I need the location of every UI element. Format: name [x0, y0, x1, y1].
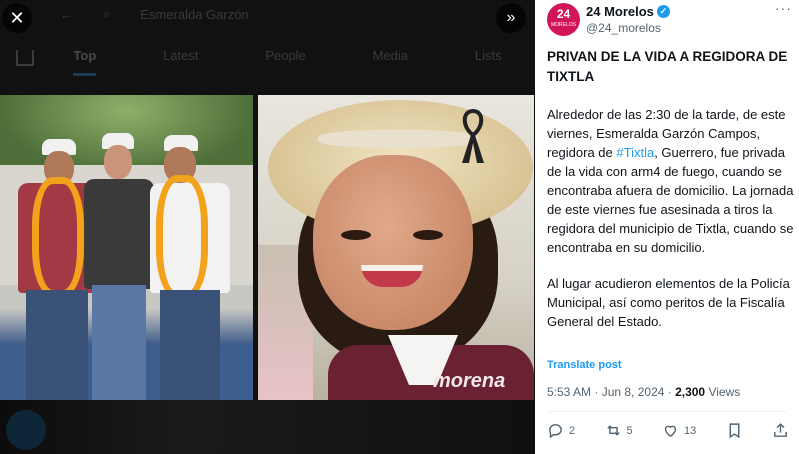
media-area: ← ⌕ Esmeralda Garzón Top Latest People M… — [0, 0, 535, 454]
more-options-icon[interactable]: ··· — [775, 0, 792, 16]
post-body: Alrededor de las 2:30 de la tarde, de es… — [547, 105, 795, 331]
bookmark-button[interactable] — [726, 422, 743, 439]
repost-icon — [606, 425, 620, 436]
avatar-number: 24 — [556, 6, 571, 21]
background-strip — [0, 400, 535, 454]
vest-logo: morena — [433, 370, 506, 392]
hashtag-link[interactable]: #Tixtla — [616, 145, 654, 160]
tab-people: People — [265, 48, 306, 63]
expand-button[interactable]: » — [496, 3, 526, 33]
close-button[interactable]: ✕ — [2, 3, 32, 33]
para1-text-b: , Guerrero, fue privada de la vida con a… — [547, 145, 794, 255]
repost-count: 5 — [626, 424, 633, 437]
search-icon: ⌕ — [103, 6, 111, 21]
photo-group[interactable] — [0, 95, 253, 400]
share-button[interactable] — [772, 422, 789, 439]
reply-icon — [549, 424, 562, 439]
post-meta: 5:53 AM · Jun 8, 2024 · 2,300 Views — [547, 385, 740, 399]
reply-button[interactable]: 2 — [547, 422, 575, 439]
compose-fab-icon — [6, 410, 46, 450]
avatar-subtext: MORELOS — [550, 21, 576, 28]
views-count: 2,300 — [675, 385, 706, 399]
bookmark-icon — [729, 423, 740, 439]
background-search-text: Esmeralda Garzón — [140, 6, 249, 22]
verified-badge-icon: ✓ — [656, 5, 670, 18]
tab-lists: Lists — [474, 48, 502, 63]
translate-post-link[interactable]: Translate post — [547, 359, 622, 371]
background-tabs: Top Latest People Media Lists — [0, 48, 535, 76]
divider — [547, 411, 787, 412]
repost-button[interactable]: 5 — [605, 422, 633, 439]
avatar[interactable]: 24 MORELOS — [547, 3, 580, 36]
post-actions: 2 5 13 — [547, 422, 789, 439]
share-icon — [774, 423, 787, 437]
tab-latest: Latest — [163, 48, 199, 63]
tab-top: Top — [73, 48, 97, 76]
reply-count: 2 — [569, 424, 576, 437]
author-name-row[interactable]: 24 Morelos ✓ — [586, 4, 670, 19]
author-handle[interactable]: @24_morelos — [586, 21, 661, 35]
tab-media: Media — [372, 48, 409, 63]
hat-band — [318, 130, 478, 148]
face — [313, 155, 473, 330]
double-chevron-right-icon: » — [506, 9, 516, 26]
like-count: 13 — [684, 424, 697, 437]
like-button[interactable]: 13 — [662, 422, 696, 439]
post-paragraph-2: Al lugar acudieron elementos de la Polic… — [547, 276, 790, 329]
post-headline: PRIVAN DE LA VIDA A REGIDORA DE TIXTLA — [547, 49, 788, 84]
post-timestamp[interactable]: 5:53 AM · Jun 8, 2024 · — [547, 385, 675, 399]
post-panel: 24 MORELOS 24 Morelos ✓ @24_morelos ··· … — [535, 0, 799, 454]
background-search-bar: ← ⌕ Esmeralda Garzón — [60, 6, 249, 22]
author-name[interactable]: 24 Morelos — [586, 4, 654, 19]
post-media-viewer: ← ⌕ Esmeralda Garzón Top Latest People M… — [0, 0, 799, 454]
mourning-ribbon-icon — [462, 108, 484, 163]
heart-icon — [664, 425, 677, 438]
views-label: Views — [705, 385, 741, 399]
photo-portrait[interactable]: morena — [258, 95, 534, 400]
post-paragraph-1: Alrededor de las 2:30 de la tarde, de es… — [547, 105, 795, 257]
close-icon: ✕ — [9, 7, 25, 28]
back-arrow-icon: ← — [60, 6, 73, 22]
